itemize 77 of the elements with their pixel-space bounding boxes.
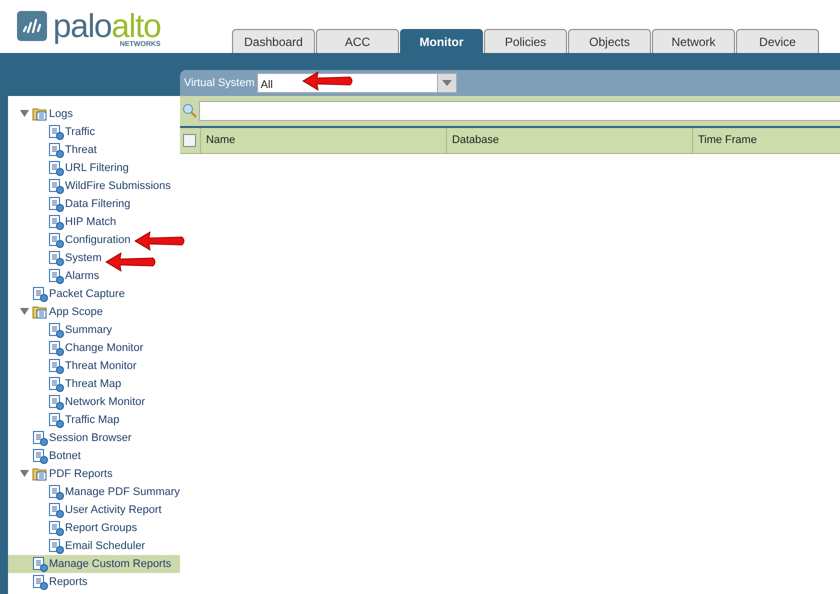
collapse-icon[interactable]	[20, 308, 28, 316]
folder-icon	[32, 304, 48, 320]
pointer-arrow	[302, 71, 354, 91]
nav-tab[interactable]: Objects	[568, 29, 651, 53]
document-icon	[48, 178, 64, 194]
document-icon	[48, 376, 64, 392]
folder-icon	[32, 106, 48, 122]
document-icon	[48, 268, 64, 284]
document-icon	[48, 124, 64, 140]
document-icon	[32, 448, 48, 464]
tree-item[interactable]: Threat	[32, 141, 97, 159]
document-icon	[48, 214, 64, 230]
tree-item[interactable]: Summary	[32, 321, 112, 339]
document-icon	[48, 322, 64, 338]
document-icon	[48, 394, 64, 410]
collapse-icon[interactable]	[20, 470, 28, 478]
tree-item[interactable]: PDF Reports	[16, 465, 113, 483]
tree-item[interactable]: User Activity Report	[32, 501, 162, 519]
document-icon	[32, 430, 48, 446]
document-icon	[48, 412, 64, 428]
column-header[interactable]: Name	[200, 128, 446, 153]
document-icon	[32, 556, 48, 572]
tree-item[interactable]: Manage Custom Reports	[16, 555, 172, 573]
document-icon	[48, 160, 64, 176]
column-header[interactable]: Time Frame	[692, 128, 840, 153]
document-icon	[32, 574, 48, 590]
pointer-arrow	[134, 231, 186, 251]
tree-item[interactable]: System	[32, 249, 102, 267]
tree-item[interactable]: HIP Match	[32, 213, 116, 231]
search-icon	[182, 103, 198, 119]
tree-item[interactable]: Alarms	[32, 267, 100, 285]
document-icon	[48, 142, 64, 158]
document-icon	[48, 484, 64, 500]
tree-item[interactable]: Packet Capture	[16, 285, 125, 303]
tree-item[interactable]: Email Scheduler	[32, 537, 146, 555]
tree-item[interactable]: Threat Map	[32, 375, 122, 393]
select-all-checkbox[interactable]	[183, 134, 196, 147]
logo-icon	[17, 11, 47, 41]
nav-tab[interactable]: Network	[652, 29, 735, 53]
document-icon	[48, 196, 64, 212]
tree-item[interactable]: Reports	[16, 573, 88, 591]
nav-tab[interactable]: Monitor	[400, 29, 483, 53]
tree-item[interactable]: Session Browser	[16, 429, 132, 447]
document-icon	[48, 232, 64, 248]
collapse-icon[interactable]	[20, 110, 28, 118]
document-icon	[48, 340, 64, 356]
document-icon	[48, 358, 64, 374]
tree-item[interactable]: Change Monitor	[32, 339, 144, 357]
tree-item[interactable]: Configuration	[32, 231, 130, 249]
tree-item[interactable]: Traffic	[32, 123, 95, 141]
tree-item[interactable]: Botnet	[16, 447, 81, 465]
tree-item[interactable]: Report Groups	[32, 519, 138, 537]
column-header[interactable]: Database	[446, 128, 692, 153]
logo-text: alto	[111, 11, 161, 41]
tree-item[interactable]: Manage PDF Summary	[32, 483, 180, 501]
document-icon	[48, 502, 64, 518]
tree-item[interactable]: App Scope	[16, 303, 103, 321]
nav-tab[interactable]: Policies	[484, 29, 567, 53]
document-icon	[48, 250, 64, 266]
document-icon	[48, 520, 64, 536]
tree-item[interactable]: Data Filtering	[32, 195, 130, 213]
field-label: Virtual System	[184, 76, 255, 91]
folder-icon	[32, 466, 48, 482]
nav-tab[interactable]: Dashboard	[232, 29, 315, 53]
tree-item[interactable]: Network Monitor	[32, 393, 146, 411]
document-icon	[48, 538, 64, 554]
nav-tab[interactable]: Device	[736, 29, 819, 53]
tree-item[interactable]: Threat Monitor	[32, 357, 137, 375]
tree-item[interactable]: Logs	[16, 105, 73, 123]
tree-item[interactable]: WildFire Submissions	[32, 177, 171, 195]
nav-tab[interactable]: ACC	[316, 29, 399, 53]
virtual-system-dropdown[interactable]: All	[256, 73, 457, 93]
tree-item[interactable]: URL Filtering	[32, 159, 129, 177]
dropdown-caret-icon	[442, 80, 452, 86]
tree-item[interactable]: Traffic Map	[32, 411, 120, 429]
document-icon	[32, 286, 48, 302]
search-field[interactable]	[198, 101, 840, 121]
